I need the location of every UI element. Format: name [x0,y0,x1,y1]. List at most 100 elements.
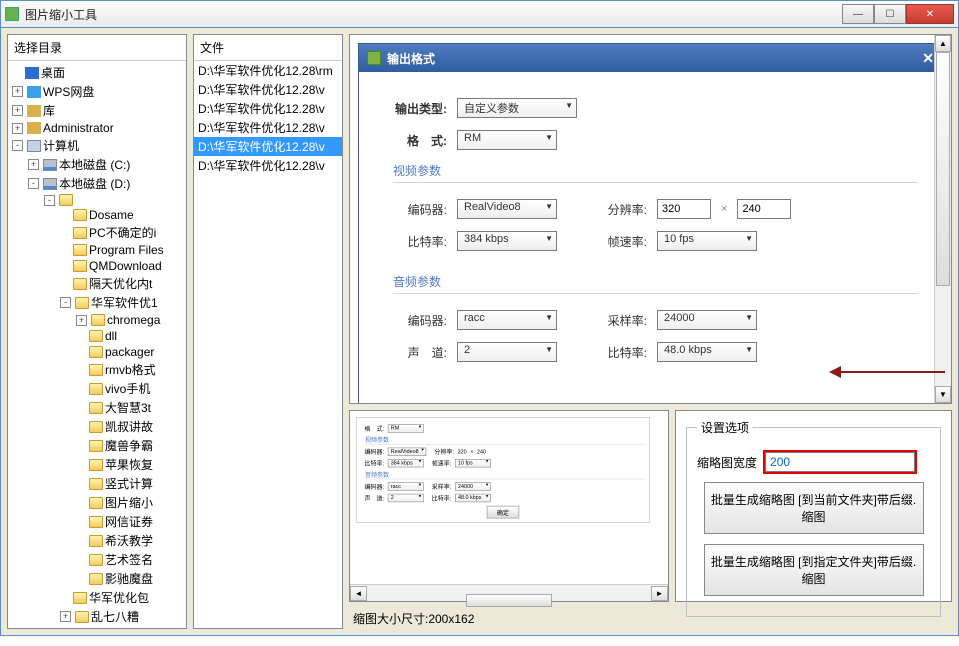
audio-encoder-select[interactable]: racc [457,310,557,330]
scroll-up-icon[interactable]: ▲ [935,35,951,52]
tree-item[interactable]: PC不确定的i [8,223,186,242]
file-item[interactable]: D:\华军软件优化12.28\v [194,156,342,175]
format-label: 格 式: [383,132,447,149]
thumbnail-width-input[interactable] [765,452,915,472]
tree-item-label: Program Files [89,243,164,257]
scroll-left-icon[interactable]: ◄ [350,586,367,601]
tree-item[interactable]: 隔天优化内t [8,274,186,293]
tree-item[interactable]: 华军优化包 [8,588,186,607]
tree-item[interactable]: 凯叔讲故 [8,417,186,436]
tree-item-label: chromega [107,313,160,327]
tree-item[interactable]: dll [8,328,186,344]
folder-icon [27,86,41,98]
tree-item-label: vivo手机 [105,380,150,397]
scroll-thumb[interactable] [936,52,950,286]
expand-icon[interactable]: + [76,315,87,326]
tree-item[interactable]: Dosame [8,207,186,223]
dialog-close-icon[interactable]: ✕ [922,50,934,67]
tree-item-label: 桌面 [41,64,65,81]
sample-rate-label: 采样率: [597,312,647,329]
arrow-annotation-icon [835,371,945,373]
tree-item[interactable]: -华军软件优1 [8,293,186,312]
file-list-panel: 文件 D:\华军软件优化12.28\rmD:\华军软件优化12.28\vD:\华… [193,34,343,629]
tree-item[interactable]: vivo手机 [8,379,186,398]
video-encoder-select[interactable]: RealVideo8 [457,199,557,219]
tree-item[interactable]: 网信证券 [8,512,186,531]
tree-item[interactable]: - [8,193,186,207]
preview-ok-button: 确定 [487,506,519,519]
folder-icon [89,402,103,414]
resolution-height-input[interactable] [737,199,791,219]
tree-item[interactable]: +每日下载 [8,626,186,628]
dialog-body: 输出类型: 自定义参数 格 式: RM 视频参数 编码器: RealVideo8 [359,72,942,404]
tree-item-label: WPS网盘 [43,83,94,100]
tree-item[interactable]: 魔兽争霸 [8,436,186,455]
fps-select[interactable]: 10 fps [657,231,757,251]
tree-item[interactable]: packager [8,344,186,360]
scroll-right-icon[interactable]: ► [651,586,668,601]
tree-item[interactable]: +库 [8,101,186,120]
expand-icon[interactable]: + [12,105,23,116]
audio-channel-select[interactable]: 2 [457,342,557,362]
tree-item-label: 凯叔讲故 [105,418,153,435]
tree-item-label: 隔天优化内t [89,275,152,292]
close-button[interactable]: ✕ [906,4,954,24]
tree-item[interactable]: 希沃教学 [8,531,186,550]
batch-target-folder-button[interactable]: 批量生成缩略图 [到指定文件夹]带后缀.缩图 [704,544,924,596]
tree-item[interactable]: + WPS网盘 [8,82,186,101]
file-item[interactable]: D:\华军软件优化12.28\rm [194,61,342,80]
file-item[interactable]: D:\华军软件优化12.28\v [194,118,342,137]
tree-item[interactable]: Program Files [8,242,186,258]
file-list[interactable]: D:\华军软件优化12.28\rmD:\华军软件优化12.28\vD:\华军软件… [194,61,342,628]
tree-item[interactable]: rmvb格式 [8,360,186,379]
sample-rate-select[interactable]: 24000 [657,310,757,330]
tree-item[interactable]: - 本地磁盘 (D:) [8,174,186,193]
batch-current-folder-button[interactable]: 批量生成缩略图 [到当前文件夹]带后缀.缩图 [704,482,924,534]
video-bitrate-select[interactable]: 384 kbps [457,231,557,251]
audio-encoder-label: 编码器: [383,312,447,329]
tree-item[interactable]: 影驰魔盘 [8,569,186,588]
maximize-button[interactable]: ☐ [874,4,906,24]
preview-scroll-thumb[interactable] [466,594,551,607]
expand-icon[interactable]: + [60,611,71,622]
folder-icon [27,122,41,134]
folder-icon [89,440,103,452]
expand-icon[interactable]: + [12,123,23,134]
minimize-button[interactable]: — [842,4,874,24]
tree-item[interactable]: QMDownload [8,258,186,274]
vertical-scrollbar[interactable]: ▲ ▼ [934,35,951,403]
tree-item[interactable]: 艺术签名 [8,550,186,569]
expand-icon[interactable]: - [28,178,39,189]
tree-item[interactable]: 图片缩小 [8,493,186,512]
folder-icon [73,592,87,604]
tree-item-label: 计算机 [43,137,79,154]
expand-icon[interactable]: + [28,159,39,170]
tree-item[interactable]: +Administrator [8,120,186,136]
tree-item-label: 本地磁盘 (D:) [59,175,130,192]
tree-item[interactable]: +本地磁盘 (C:) [8,155,186,174]
file-item[interactable]: D:\华军软件优化12.28\v [194,80,342,99]
tree-item[interactable]: 桌面 [8,63,186,82]
tree-item-label: 每日下载 [91,627,139,628]
tree-item-label: PC不确定的i [89,224,156,241]
tree-item[interactable]: 苹果恢复 [8,455,186,474]
expand-icon[interactable]: + [12,86,23,97]
output-type-select[interactable]: 自定义参数 [457,98,577,118]
scroll-down-icon[interactable]: ▼ [935,386,951,403]
audio-bitrate-select[interactable]: 48.0 kbps [657,342,757,362]
tree-item[interactable]: +乱七八糟 [8,607,186,626]
tree-item[interactable]: + chromega [8,312,186,328]
tree-item[interactable]: 大智慧3t [8,398,186,417]
format-select[interactable]: RM [457,130,557,150]
output-format-dialog: 输出格式 ✕ 输出类型: 自定义参数 格 式: RM 视频参数 [358,43,943,404]
preview-horizontal-scrollbar[interactable]: ◄ ► [350,584,668,601]
tree-item[interactable]: 竖式计算 [8,474,186,493]
expand-icon[interactable]: - [60,297,71,308]
file-item[interactable]: D:\华军软件优化12.28\v [194,99,342,118]
file-item[interactable]: D:\华军软件优化12.28\v [194,137,342,156]
tree-item[interactable]: - 计算机 [8,136,186,155]
resolution-width-input[interactable] [657,199,711,219]
expand-icon[interactable]: - [44,195,55,206]
folder-tree[interactable]: 桌面+WPS网盘+库+Administrator-计算机+本地磁盘 (C:)-本… [8,61,186,628]
expand-icon[interactable]: - [12,140,23,151]
